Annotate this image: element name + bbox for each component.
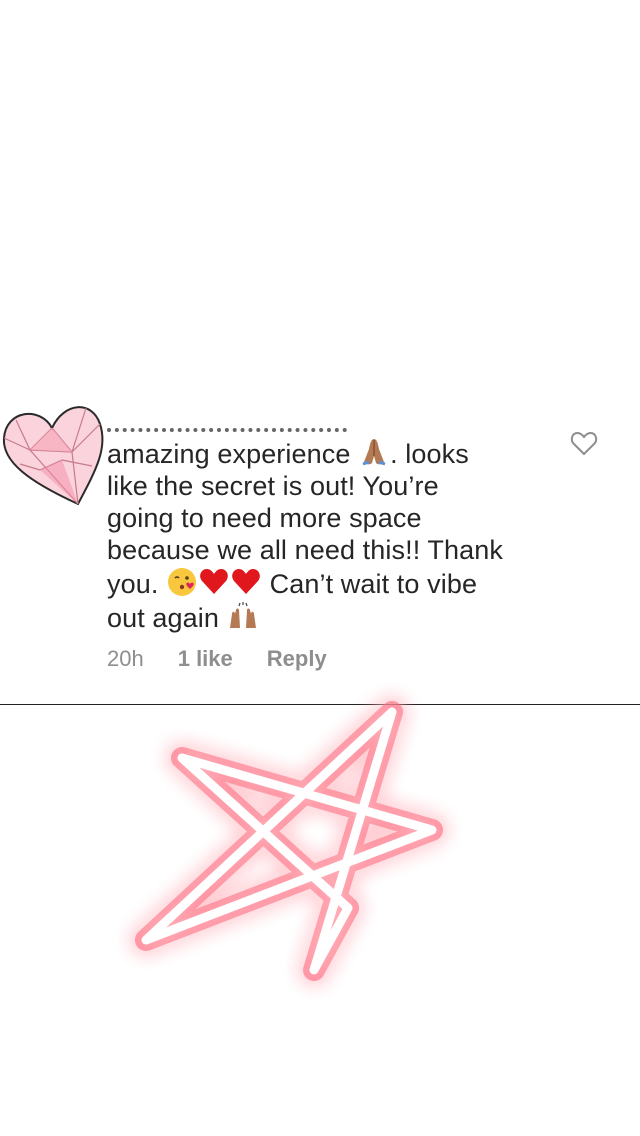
reply-button[interactable]: Reply — [267, 646, 327, 672]
raised-hands-emoji — [227, 600, 259, 632]
comment-text-segment: you. — [107, 569, 159, 599]
comment-like-count[interactable]: 1 like — [178, 646, 233, 672]
red-heart-emoji — [198, 566, 230, 598]
comment-line-3: going to need more space — [107, 503, 422, 533]
comment-card: amazing experience . looks like the secr… — [0, 400, 640, 705]
comment-line-6: out again — [107, 600, 547, 634]
comment-meta-row: 20h 1 like Reply — [107, 646, 327, 672]
comment-text-segment: Can’t wait to vibe — [269, 569, 478, 599]
like-heart-icon[interactable] — [570, 430, 598, 456]
comment-text-segment: out again — [107, 603, 219, 633]
red-heart-emoji — [230, 566, 262, 598]
comment-text-segment: . looks — [390, 439, 469, 469]
pink-gem-heart-sticker — [0, 400, 108, 508]
kissing-face-emoji — [166, 566, 198, 598]
truncated-text-line — [107, 420, 437, 434]
comment-text-segment: amazing experience — [107, 439, 351, 469]
comment-line-4: because we all need this!! Thank — [107, 535, 503, 565]
comment-timestamp: 20h — [107, 646, 144, 671]
comment-line-2: like the secret is out! You’re — [107, 471, 439, 501]
neon-star-sticker — [120, 690, 460, 990]
comment-line-5: you. Can’t wait to vibe — [107, 566, 547, 600]
comment-line-1: amazing experience . looks — [107, 436, 547, 470]
comment-text: amazing experience . looks like the secr… — [107, 436, 547, 634]
folded-hands-emoji — [358, 436, 390, 468]
